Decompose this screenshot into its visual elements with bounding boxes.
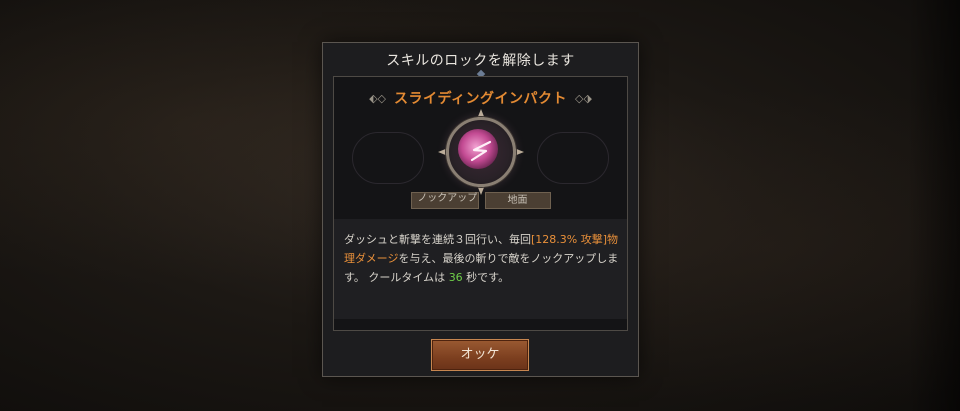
flourish-left-icon: ⬖◇ [369,91,386,105]
desc-part-1: ダッシュと斬撃を連続３回行い、毎回 [344,233,531,246]
ok-button[interactable]: オッケ [431,339,529,371]
description-box: ダッシュと斬撃を連続３回行い、毎回[128.3% 攻撃]物理ダメージを与え、最後… [334,219,627,319]
slash-icon [470,140,492,162]
left-ornament-icon [352,132,424,184]
skill-icon [438,109,524,195]
flourish-right-icon: ◇⬗ [575,91,592,105]
dialog-title: スキルのロックを解除します [386,53,575,69]
right-ornament-icon [537,132,609,184]
tag-ground: 地面 [484,192,551,209]
unlock-skill-dialog: スキルのロックを解除します ⬖◇ スライディングインパクト ◇⬗ ノックアップ … [322,42,639,377]
tag-knockup: ノックアップ [410,192,479,209]
skill-panel: ⬖◇ スライディングインパクト ◇⬗ ノックアップ 地面 ダッシュと斬撃を連続３… [333,76,628,331]
skill-name-row: ⬖◇ スライディングインパクト ◇⬗ [334,87,627,109]
skill-tags: ノックアップ 地面 [334,192,627,209]
desc-cooldown-value: 36 [448,271,463,284]
desc-part-3: 秒です。 [462,271,510,284]
skill-description: ダッシュと斬撃を連続３回行い、毎回[128.3% 攻撃]物理ダメージを与え、最後… [344,230,619,287]
background-shade [908,0,960,411]
skill-name: スライディングインパクト [393,91,568,107]
